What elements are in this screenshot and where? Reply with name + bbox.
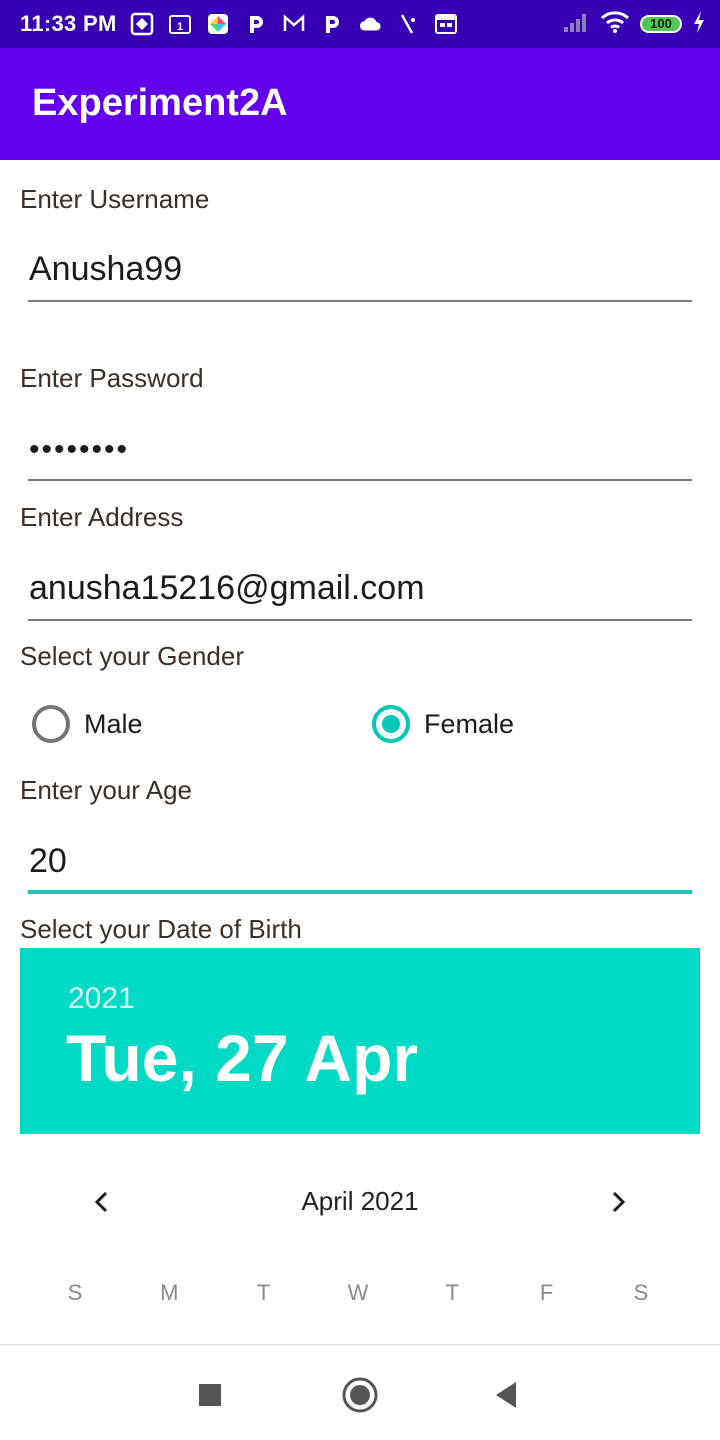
calendar-navigation: April 2021 xyxy=(20,1170,700,1234)
chevron-left-icon xyxy=(94,1191,108,1213)
male-radio-circle xyxy=(32,705,70,743)
wifi-icon xyxy=(600,10,630,39)
paytm-p-icon xyxy=(244,12,268,36)
charging-icon xyxy=(692,10,706,39)
calendar-icon xyxy=(434,12,458,36)
username-field[interactable]: Anusha99 xyxy=(28,246,692,302)
female-radio-circle xyxy=(372,705,410,743)
gmail-icon xyxy=(282,12,306,36)
navigation-bar xyxy=(0,1344,720,1440)
female-radio[interactable]: Female xyxy=(372,700,514,748)
username-value: Anusha99 xyxy=(29,250,183,288)
weekday-mon: M xyxy=(160,1280,179,1305)
calendar-1-icon: 1 xyxy=(168,12,192,36)
recents-button[interactable] xyxy=(188,1373,232,1417)
weekday-sat: S xyxy=(633,1280,649,1305)
status-time: 11:33 PM xyxy=(20,11,117,36)
signal-icon xyxy=(562,11,590,38)
weekday-fri: F xyxy=(539,1280,554,1305)
app-title: Experiment2A xyxy=(32,82,288,124)
weekday-sun: S xyxy=(67,1280,83,1305)
male-radio-label: Male xyxy=(84,708,143,739)
chevron-right-icon xyxy=(612,1191,626,1213)
cloud-icon xyxy=(358,12,382,36)
back-triangle-icon xyxy=(496,1382,516,1408)
previous-month-button[interactable] xyxy=(82,1182,122,1222)
status-bar: 11:33 PM 1 100 xyxy=(0,0,720,48)
age-value: 20 xyxy=(29,842,67,880)
male-radio[interactable]: Male xyxy=(32,700,143,748)
notification-icons: 1 xyxy=(130,12,458,36)
age-label: Enter your Age xyxy=(20,775,192,805)
system-icons: 100 xyxy=(562,10,706,38)
weekday-tue: T xyxy=(256,1280,271,1305)
address-field[interactable]: anusha15216@gmail.com xyxy=(28,565,692,621)
home-circle-icon xyxy=(342,1377,378,1413)
date-picker-header: 2021 Tue, 27 Apr xyxy=(20,948,700,1134)
back-button[interactable] xyxy=(484,1373,528,1417)
age-field[interactable]: 20 xyxy=(28,838,692,894)
dob-label: Select your Date of Birth xyxy=(20,914,302,944)
password-label: Enter Password xyxy=(20,363,204,393)
app-bar: Experiment2A xyxy=(0,48,720,160)
pinwheel-icon xyxy=(206,12,230,36)
weekday-wed: W xyxy=(347,1280,369,1305)
password-value: •••••••• xyxy=(29,433,130,466)
square-icon xyxy=(199,1384,221,1406)
battery-icon: 100 xyxy=(640,15,682,33)
home-button[interactable] xyxy=(338,1373,382,1417)
photos-icon xyxy=(130,12,154,36)
slash-icon xyxy=(396,12,420,36)
svg-text:1: 1 xyxy=(177,21,183,33)
weekday-thu: T xyxy=(445,1280,460,1305)
screen: 11:33 PM 1 100 Experiment2A Enter Userna… xyxy=(0,0,720,1440)
battery-level: 100 xyxy=(650,16,672,31)
date-picker-year[interactable]: 2021 xyxy=(68,982,135,1016)
date-picker-selected-date: Tue, 27 Apr xyxy=(66,1021,419,1095)
address-value: anusha15216@gmail.com xyxy=(29,569,425,607)
gender-label: Select your Gender xyxy=(20,641,245,671)
username-label: Enter Username xyxy=(20,184,210,214)
female-radio-label: Female xyxy=(424,708,515,739)
next-month-button[interactable] xyxy=(598,1182,638,1222)
paytm-p-icon-2 xyxy=(320,12,344,36)
password-field[interactable]: •••••••• xyxy=(28,425,692,481)
calendar-weekdays: S M T W T F S xyxy=(60,1280,656,1310)
address-label: Enter Address xyxy=(20,502,184,532)
